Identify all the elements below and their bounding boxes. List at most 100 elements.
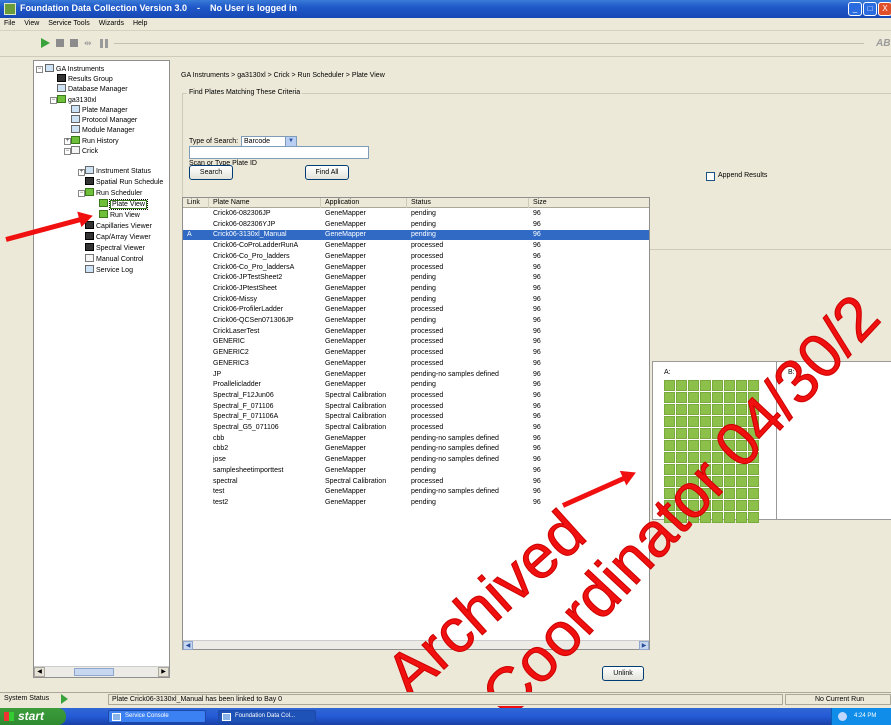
collapse-icon[interactable]: −: [36, 66, 43, 73]
table-row[interactable]: A Crick06-3130xl_Manual GeneMapper pending 9…: [183, 230, 649, 241]
table-row[interactable]: Crick06-JPTestSheet2 GeneMapper pending 96: [183, 273, 649, 283]
table-row[interactable]: GENERIC3 GeneMapper processed 96: [183, 359, 649, 369]
plate-id-input[interactable]: [189, 146, 369, 159]
table-row[interactable]: Crick06-QCSen071306JP GeneMapper pending 96: [183, 316, 649, 326]
table-row[interactable]: Proallelicladder GeneMapper pending 96: [183, 380, 649, 390]
table-row[interactable]: cbb GeneMapper pending-no samples defined 9…: [183, 434, 649, 444]
table-row[interactable]: GENERIC2 GeneMapper processed 96: [183, 348, 649, 358]
plate-well[interactable]: [676, 392, 687, 403]
column-link[interactable]: Link: [183, 198, 209, 208]
plate-well[interactable]: [700, 380, 711, 391]
plate-well[interactable]: [664, 416, 675, 427]
column-plate-name[interactable]: Plate Name: [209, 198, 321, 208]
plate-well[interactable]: [664, 392, 675, 403]
tree-node-results-group[interactable]: Results Group: [57, 74, 113, 84]
scroll-thumb[interactable]: [74, 668, 114, 676]
plate-well[interactable]: [688, 392, 699, 403]
tree-node-plate-view[interactable]: Plate View: [99, 199, 148, 210]
tree-node-protocol-manager[interactable]: Protocol Manager: [71, 115, 137, 125]
tree-node-cap-array-viewer[interactable]: Cap/Array Viewer: [85, 232, 151, 242]
table-row[interactable]: Crick06-Co_Pro_ladders GeneMapper processe…: [183, 252, 649, 262]
tree-node-capillaries-viewer[interactable]: Capillaries Viewer: [85, 221, 152, 231]
table-row[interactable]: samplesheetimporttest GeneMapper pending 96: [183, 466, 649, 476]
plate-well[interactable]: [700, 392, 711, 403]
menu-wizards[interactable]: Wizards: [95, 18, 127, 27]
scroll-right-icon[interactable]: ▶: [158, 667, 169, 677]
minimize-button[interactable]: _: [848, 2, 862, 16]
expand-icon[interactable]: +: [78, 169, 85, 176]
expand-icon[interactable]: +: [64, 138, 71, 145]
plate-well[interactable]: [736, 500, 747, 511]
tree-node-module-manager[interactable]: Module Manager: [71, 125, 135, 135]
tree-node-instrument-status[interactable]: Instrument Status: [85, 166, 151, 176]
column-status[interactable]: Status: [407, 198, 529, 208]
stop-icon[interactable]: [56, 39, 64, 47]
table-row[interactable]: Crick06-082306YJP GeneMapper pending 96: [183, 220, 649, 230]
table-row[interactable]: CrickLaserTest GeneMapper processed 96: [183, 327, 649, 337]
table-row[interactable]: Spectral_F12Jun06 Spectral Calibration pro…: [183, 391, 649, 401]
tree-node-spectral-viewer[interactable]: Spectral Viewer: [85, 243, 145, 253]
collapse-icon[interactable]: −: [78, 190, 85, 197]
plate-well[interactable]: [724, 512, 735, 523]
table-row[interactable]: Crick06-Missy GeneMapper pending 96: [183, 295, 649, 305]
plate-well[interactable]: [700, 404, 711, 415]
task-service-console[interactable]: Service Console: [108, 710, 206, 723]
plate-well[interactable]: [712, 392, 723, 403]
plate-well[interactable]: [712, 380, 723, 391]
play-icon[interactable]: [41, 38, 50, 48]
table-row[interactable]: Crick06-ProfilerLadder GeneMapper processe…: [183, 305, 649, 315]
collapse-icon[interactable]: −: [50, 97, 57, 104]
tree-node-ga-instruments[interactable]: GA Instruments: [45, 64, 104, 74]
plate-well[interactable]: [736, 512, 747, 523]
close-button[interactable]: X: [878, 2, 891, 16]
table-row[interactable]: JP GeneMapper pending-no samples defined 96: [183, 370, 649, 380]
stop-all-icon[interactable]: [70, 39, 78, 47]
append-results-checkbox[interactable]: [706, 172, 715, 181]
scroll-right-icon[interactable]: ▶: [639, 641, 649, 650]
plate-well[interactable]: [688, 404, 699, 415]
pause-icon[interactable]: [100, 39, 108, 48]
table-row[interactable]: Crick06-Co_Pro_laddersA GeneMapper process…: [183, 263, 649, 273]
plate-well[interactable]: [676, 404, 687, 415]
plate-well[interactable]: [664, 428, 675, 439]
tree-node-run-scheduler[interactable]: Run Scheduler: [85, 188, 142, 198]
table-row[interactable]: Spectral_F_071106A Spectral Calibration pr…: [183, 412, 649, 422]
tray-icon[interactable]: [838, 712, 847, 721]
tree-node-run-view[interactable]: Run View: [99, 210, 140, 220]
table-row[interactable]: Crick06-082306JP GeneMapper pending 96: [183, 209, 649, 219]
plate-well[interactable]: [748, 500, 759, 511]
plate-well[interactable]: [664, 404, 675, 415]
tree-node-ga3130xl[interactable]: ga3130xl: [57, 95, 96, 105]
plate-well[interactable]: [724, 380, 735, 391]
plate-well[interactable]: [676, 380, 687, 391]
menu-file[interactable]: File: [0, 18, 18, 27]
task-foundation-data-collection[interactable]: Foundation Data Col...: [218, 710, 316, 723]
collapse-icon[interactable]: −: [64, 148, 71, 155]
tree-node-run-history[interactable]: Run History: [71, 136, 119, 146]
tree-node-service-log[interactable]: Service Log: [85, 265, 133, 275]
tree-horizontal-scrollbar[interactable]: ◀ ▶: [34, 666, 169, 677]
table-row[interactable]: Spectral_G5_071106 Spectral Calibration pr…: [183, 423, 649, 433]
table-row[interactable]: jose GeneMapper pending-no samples defined…: [183, 455, 649, 465]
menu-view[interactable]: View: [20, 18, 42, 27]
skip-icon[interactable]: ⇹: [84, 38, 93, 48]
maximize-button[interactable]: □: [863, 2, 877, 16]
table-row[interactable]: cbb2 GeneMapper pending-no samples defined…: [183, 444, 649, 454]
tree-node-manual-control[interactable]: Manual Control: [85, 254, 143, 264]
menu-help[interactable]: Help: [129, 18, 150, 27]
tree-node-crick[interactable]: Crick: [71, 146, 98, 156]
table-row[interactable]: Crick06-JPtestSheet GeneMapper pending 96: [183, 284, 649, 294]
tree-node-plate-manager[interactable]: Plate Manager: [71, 105, 128, 115]
plate-well[interactable]: [748, 488, 759, 499]
search-button[interactable]: Search: [189, 165, 233, 180]
tree-node-spatial-run-schedule[interactable]: Spatial Run Schedule: [85, 177, 163, 187]
tree-node-database-manager[interactable]: Database Manager: [57, 84, 128, 94]
table-row[interactable]: Crick06-CoProLadderRunA GeneMapper process…: [183, 241, 649, 251]
plate-well[interactable]: [688, 380, 699, 391]
chevron-down-icon[interactable]: ▼: [285, 137, 296, 146]
scroll-left-icon[interactable]: ◀: [34, 667, 45, 677]
menu-service-tools[interactable]: Service Tools: [44, 18, 93, 27]
plate-well[interactable]: [664, 440, 675, 451]
start-button[interactable]: start: [0, 708, 66, 725]
table-row[interactable]: GENERIC GeneMapper processed 96: [183, 337, 649, 347]
